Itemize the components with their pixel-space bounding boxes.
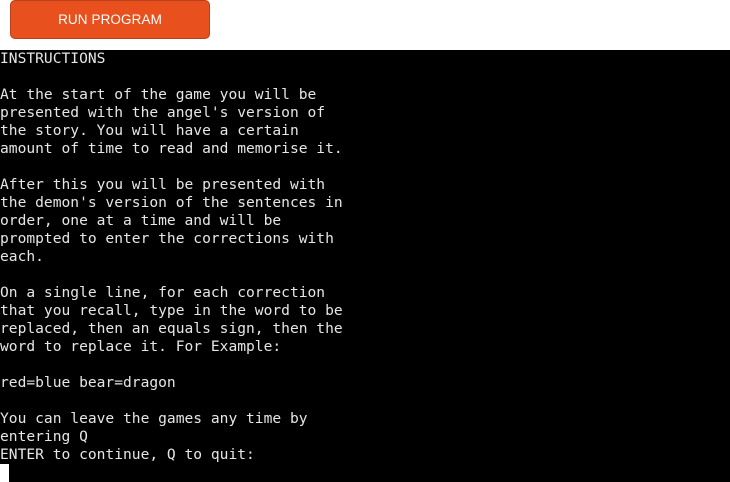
terminal-line: replaced, then an equals sign, then the: [0, 320, 343, 337]
terminal-cursor: [0, 464, 9, 482]
terminal-line: word to replace it. For Example:: [0, 338, 282, 355]
terminal-line: order, one at a time and will be: [0, 212, 282, 229]
terminal-line: ENTER to continue, Q to quit:: [0, 446, 255, 463]
terminal-line: that you recall, type in the word to be: [0, 302, 343, 319]
terminal-line: red=blue bear=dragon: [0, 374, 176, 391]
terminal-line: You can leave the games any time by: [0, 410, 308, 427]
terminal-line: prompted to enter the corrections with: [0, 230, 334, 247]
terminal-line: presented with the angel's version of: [0, 104, 326, 121]
terminal-line: entering Q: [0, 428, 88, 445]
terminal-line: each.: [0, 248, 44, 265]
terminal-line: After this you will be presented with: [0, 176, 326, 193]
terminal-output[interactable]: INSTRUCTIONS At the start of the game yo…: [0, 50, 730, 482]
run-program-button[interactable]: RUN PROGRAM: [10, 0, 210, 39]
terminal-line: the demon's version of the sentences in: [0, 194, 343, 211]
terminal-line: On a single line, for each correction: [0, 284, 326, 301]
toolbar: RUN PROGRAM: [0, 0, 730, 50]
terminal-line: At the start of the game you will be: [0, 86, 317, 103]
terminal-line: amount of time to read and memorise it.: [0, 140, 343, 157]
terminal-line: the story. You will have a certain: [0, 122, 299, 139]
terminal-text: INSTRUCTIONS At the start of the game yo…: [0, 50, 730, 464]
terminal-line: INSTRUCTIONS: [0, 50, 106, 67]
